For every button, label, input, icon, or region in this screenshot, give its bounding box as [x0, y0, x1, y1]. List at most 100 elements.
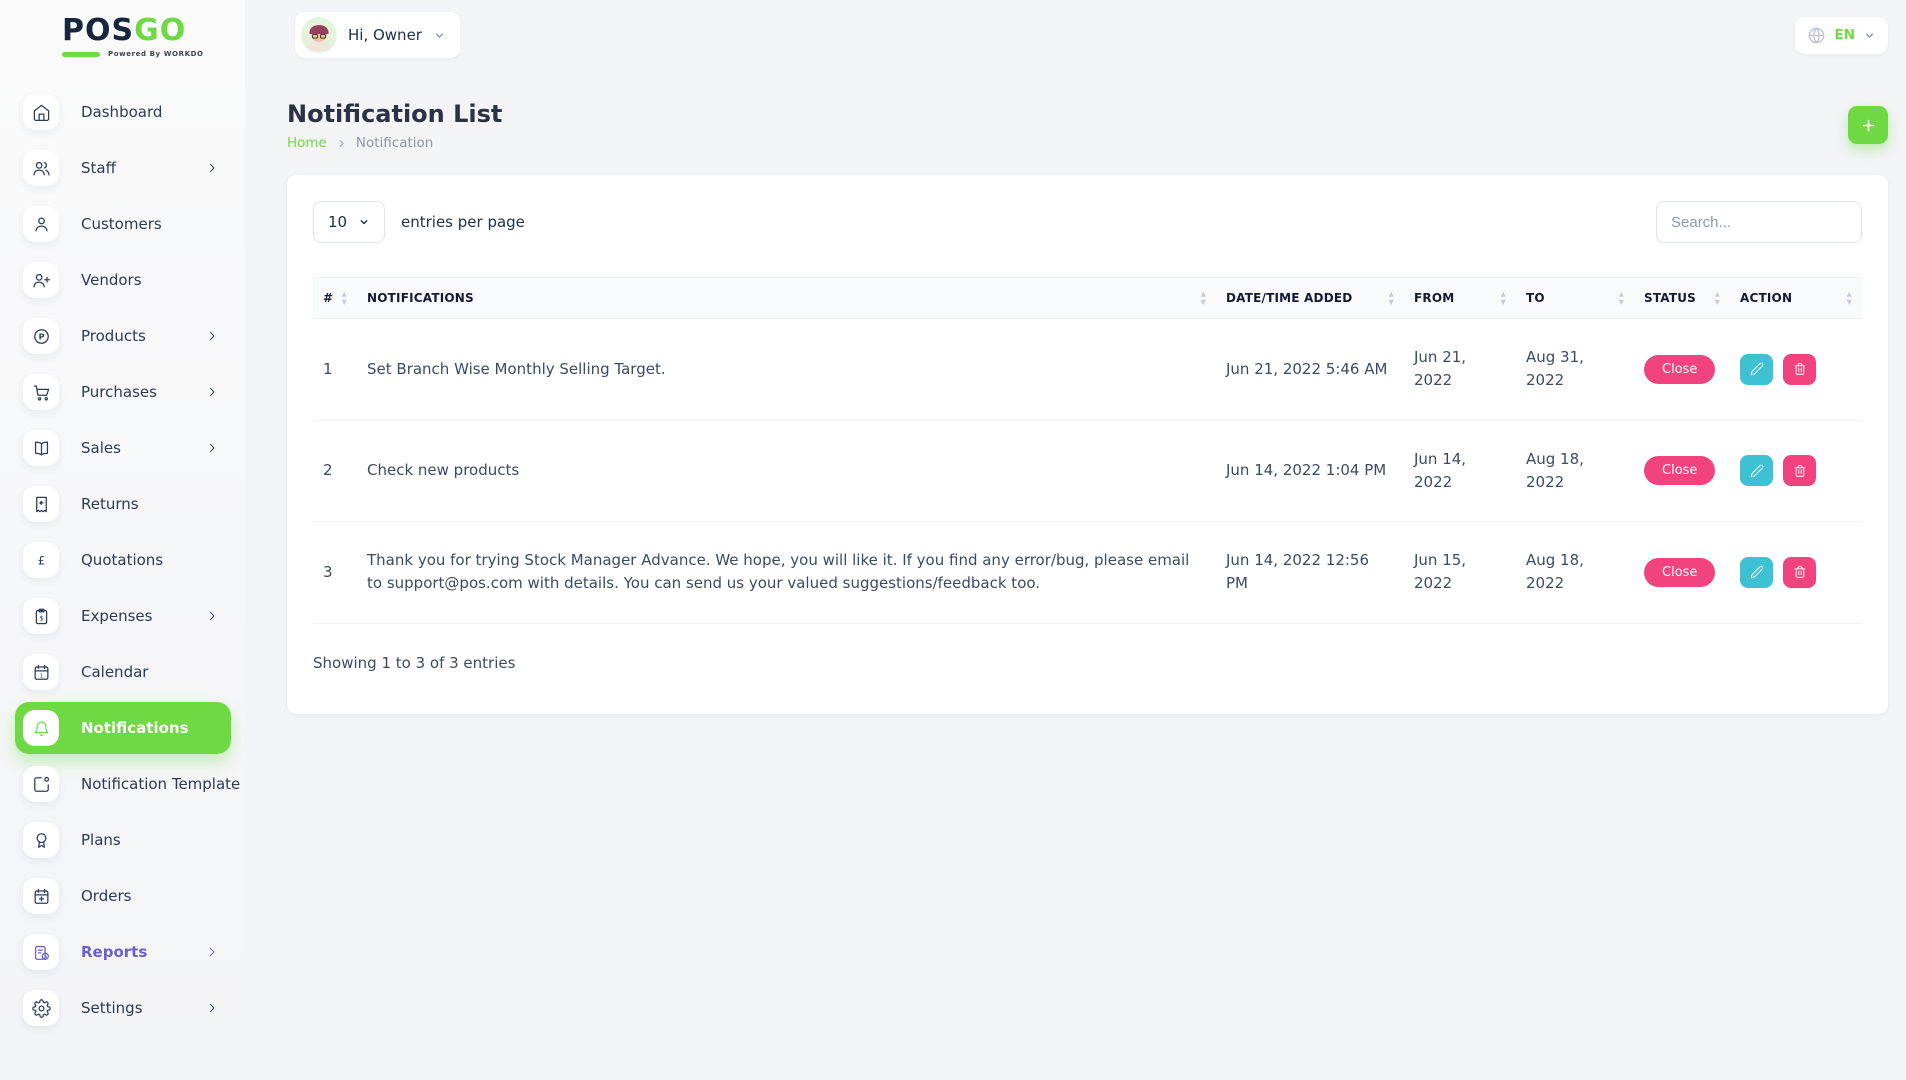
svg-text:£: £	[37, 553, 45, 567]
sidebar-item-label: Plans	[81, 831, 121, 849]
chevron-down-icon	[358, 216, 370, 228]
column-header-to[interactable]: TO▲▼	[1516, 278, 1634, 319]
edit-button[interactable]	[1740, 354, 1773, 385]
chevron-right-icon	[205, 161, 219, 175]
sidebar-item-notification-template[interactable]: Notification Template	[15, 758, 231, 810]
user-greeting: Hi, Owner	[348, 26, 422, 44]
status-close-button[interactable]: Close	[1644, 355, 1715, 384]
breadcrumb: Home Notification	[287, 135, 502, 151]
sidebar-item-customers[interactable]: Customers	[15, 198, 231, 250]
product-circle-icon: P	[23, 318, 59, 354]
sidebar-item-vendors[interactable]: Vendors	[15, 254, 231, 306]
sort-icon[interactable]: ▲▼	[1847, 291, 1852, 305]
sidebar-item-label: Purchases	[81, 383, 157, 401]
chevron-right-icon	[336, 138, 347, 149]
status-close-button[interactable]: Close	[1644, 456, 1715, 485]
entries-per-page-select[interactable]: 10	[313, 201, 385, 243]
edit-button[interactable]	[1740, 557, 1773, 588]
main-content: Hi, Owner EN Notification List Home Noti…	[245, 0, 1906, 1080]
language-selector[interactable]: EN	[1795, 17, 1888, 54]
gear-icon	[23, 990, 59, 1026]
sidebar-item-reports[interactable]: Reports	[15, 926, 231, 978]
datetime-added: Jun 21, 2022 5:46 AM	[1216, 319, 1404, 421]
users-icon	[23, 150, 59, 186]
sidebar-item-purchases[interactable]: Purchases	[15, 366, 231, 418]
status-close-button[interactable]: Close	[1644, 558, 1715, 587]
notification-text: Thank you for trying Stock Manager Advan…	[357, 522, 1216, 624]
user-menu[interactable]: Hi, Owner	[295, 12, 460, 58]
breadcrumb-home-link[interactable]: Home	[287, 135, 327, 151]
clipboard-dollar-icon: $	[23, 598, 59, 634]
sort-icon[interactable]: ▲▼	[1715, 291, 1720, 305]
book-open-icon	[23, 430, 59, 466]
topbar: Hi, Owner EN	[287, 12, 1888, 58]
sidebar-item-label: Returns	[81, 495, 139, 513]
delete-button[interactable]	[1783, 557, 1816, 588]
add-notification-button[interactable]	[1848, 106, 1888, 144]
sidebar-item-dashboard[interactable]: Dashboard	[15, 86, 231, 138]
sidebar-item-label: Dashboard	[81, 103, 162, 121]
sidebar-item-expenses[interactable]: $Expenses	[15, 590, 231, 642]
date-to: Aug 18, 2022	[1516, 420, 1634, 522]
notification-text: Check new products	[357, 420, 1216, 522]
sidebar-item-label: Notifications	[81, 719, 189, 737]
table-row: 3Thank you for trying Stock Manager Adva…	[313, 522, 1862, 624]
pencil-icon	[1750, 464, 1764, 478]
sidebar-item-quotations[interactable]: £Quotations	[15, 534, 231, 586]
datetime-added: Jun 14, 2022 1:04 PM	[1216, 420, 1404, 522]
plus-icon	[1860, 117, 1877, 134]
delete-button[interactable]	[1783, 354, 1816, 385]
svg-text:1: 1	[39, 673, 43, 679]
sidebar-item-sales[interactable]: Sales	[15, 422, 231, 474]
sidebar-item-label: Sales	[81, 439, 121, 457]
column-header-[interactable]: #▲▼	[313, 278, 357, 319]
trash-icon	[1793, 565, 1807, 579]
notification-list-card: 10 entries per page #▲▼NOTIFICATIONS▲▼DA…	[287, 175, 1888, 714]
breadcrumb-current: Notification	[356, 135, 433, 151]
sort-icon[interactable]: ▲▼	[342, 291, 347, 305]
sidebar-item-settings[interactable]: Settings	[15, 982, 231, 1034]
pencil-icon	[1750, 362, 1764, 376]
column-header-status[interactable]: STATUS▲▼	[1634, 278, 1730, 319]
sort-icon[interactable]: ▲▼	[1201, 291, 1206, 305]
column-header-action[interactable]: ACTION▲▼	[1730, 278, 1862, 319]
date-to: Aug 18, 2022	[1516, 522, 1634, 624]
calendar-icon: 1	[23, 654, 59, 690]
row-index: 2	[313, 420, 357, 522]
sidebar: POSGO Powered By WORKDO Dashboard Staff Cu…	[0, 0, 245, 1080]
entries-per-page-value: 10	[328, 213, 347, 231]
table-header-row: #▲▼NOTIFICATIONS▲▼DATE/TIME ADDED▲▼FROM▲…	[313, 278, 1862, 319]
calendar-plus-icon	[23, 878, 59, 914]
chevron-down-icon	[1863, 29, 1876, 42]
sidebar-item-products[interactable]: PProducts	[15, 310, 231, 362]
sidebar-item-plans[interactable]: Plans	[15, 814, 231, 866]
sidebar-item-notifications[interactable]: Notifications	[15, 702, 231, 754]
sidebar-item-label: Customers	[81, 215, 162, 233]
sidebar-nav: DashboardStaffCustomersVendorsPProductsP…	[15, 86, 231, 1034]
sort-icon[interactable]: ▲▼	[1501, 291, 1506, 305]
sidebar-item-returns[interactable]: Returns	[15, 478, 231, 530]
chevron-right-icon	[205, 1001, 219, 1015]
pencil-icon	[1750, 565, 1764, 579]
brand-logo[interactable]: POSGO Powered By WORKDO	[15, 14, 231, 58]
row-index: 1	[313, 319, 357, 421]
chevron-right-icon	[205, 329, 219, 343]
column-header-notifications[interactable]: NOTIFICATIONS▲▼	[357, 278, 1216, 319]
sidebar-item-orders[interactable]: Orders	[15, 870, 231, 922]
edit-button[interactable]	[1740, 455, 1773, 486]
column-header-date-time-added[interactable]: DATE/TIME ADDED▲▼	[1216, 278, 1404, 319]
sort-icon[interactable]: ▲▼	[1619, 291, 1624, 305]
sidebar-item-staff[interactable]: Staff	[15, 142, 231, 194]
sidebar-item-label: Calendar	[81, 663, 148, 681]
home-icon	[23, 94, 59, 130]
delete-button[interactable]	[1783, 455, 1816, 486]
sidebar-item-label: Reports	[81, 943, 147, 961]
notification-text: Set Branch Wise Monthly Selling Target.	[357, 319, 1216, 421]
search-input[interactable]	[1656, 201, 1862, 243]
column-header-from[interactable]: FROM▲▼	[1404, 278, 1516, 319]
brand-name: POSGO	[62, 14, 231, 47]
sidebar-item-calendar[interactable]: 1 Calendar	[15, 646, 231, 698]
sort-icon[interactable]: ▲▼	[1389, 291, 1394, 305]
svg-text:P: P	[38, 332, 44, 341]
table-row: 1Set Branch Wise Monthly Selling Target.…	[313, 319, 1862, 421]
